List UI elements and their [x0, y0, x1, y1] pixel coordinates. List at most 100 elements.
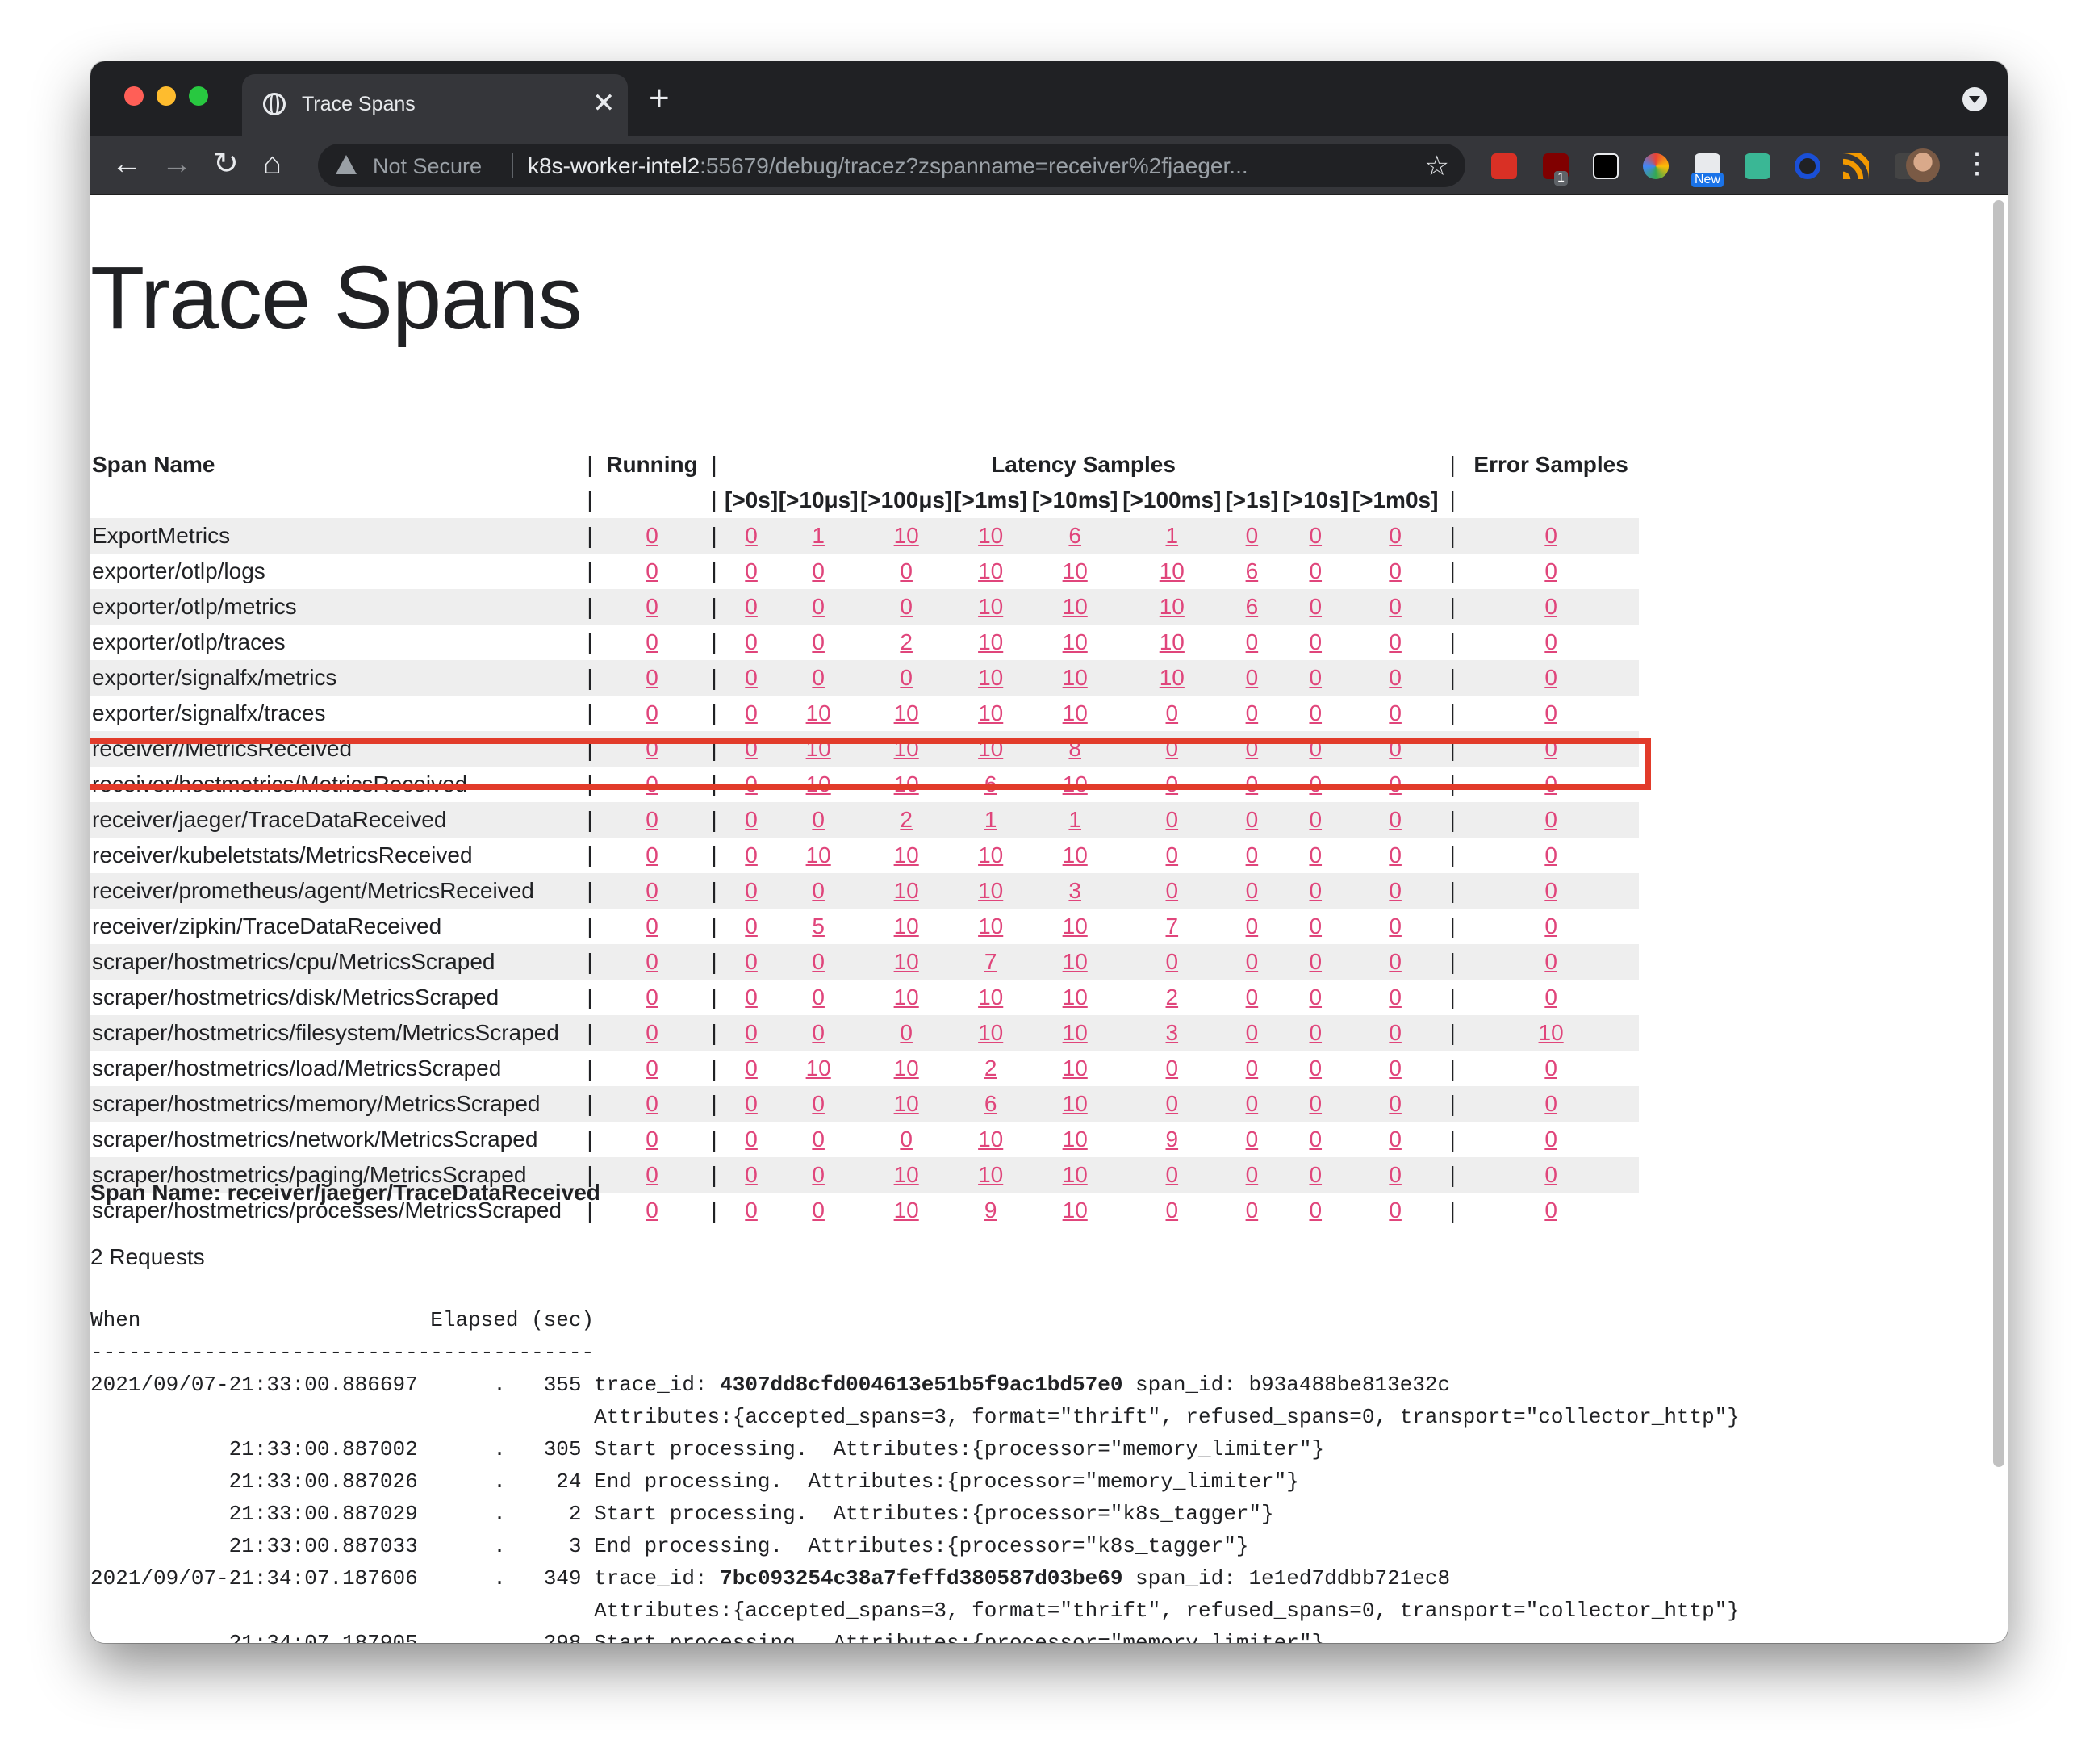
- latency-count-link[interactable]: 10: [894, 1055, 919, 1081]
- latency-count-link[interactable]: 2: [900, 807, 913, 832]
- latency-count-link[interactable]: 10: [978, 594, 1003, 619]
- latency-count-link[interactable]: 10: [894, 1198, 919, 1223]
- latency-count-link[interactable]: 0: [1389, 1162, 1402, 1187]
- latency-count-link[interactable]: 0: [1389, 629, 1402, 654]
- latency-count-link[interactable]: 0: [1309, 949, 1322, 974]
- error-count-link[interactable]: 0: [1544, 949, 1557, 974]
- latency-count-link[interactable]: 0: [745, 984, 758, 1009]
- latency-count-link[interactable]: 0: [1389, 984, 1402, 1009]
- latency-count-link[interactable]: 10: [978, 629, 1003, 654]
- latency-count-link[interactable]: 10: [1063, 1091, 1088, 1116]
- latency-count-link[interactable]: 0: [1389, 1020, 1402, 1045]
- latency-count-link[interactable]: 2: [1166, 984, 1179, 1009]
- error-count-link[interactable]: 0: [1544, 665, 1557, 690]
- error-count-link[interactable]: 0: [1544, 913, 1557, 938]
- error-count-link[interactable]: 0: [1544, 807, 1557, 832]
- running-count-link[interactable]: 0: [646, 629, 658, 654]
- browser-menu-icon[interactable]: ⋮: [1962, 147, 1991, 179]
- latency-count-link[interactable]: 10: [894, 1091, 919, 1116]
- latency-count-link[interactable]: 10: [894, 1162, 919, 1187]
- error-count-link[interactable]: 0: [1544, 1091, 1557, 1116]
- latency-count-link[interactable]: 7: [984, 949, 997, 974]
- latency-count-link[interactable]: 0: [812, 558, 825, 583]
- latency-count-link[interactable]: 0: [1246, 878, 1259, 903]
- security-label[interactable]: Not Secure: [373, 154, 482, 179]
- bookmark-star-icon[interactable]: ☆: [1425, 150, 1449, 182]
- latency-count-link[interactable]: 2: [900, 629, 913, 654]
- latency-count-link[interactable]: 1: [984, 807, 997, 832]
- latency-count-link[interactable]: 6: [984, 1091, 997, 1116]
- latency-count-link[interactable]: 10: [1063, 984, 1088, 1009]
- latency-count-link[interactable]: 0: [1246, 807, 1259, 832]
- error-count-link[interactable]: 0: [1544, 1055, 1557, 1081]
- latency-count-link[interactable]: 0: [900, 1020, 913, 1045]
- latency-count-link[interactable]: 0: [1389, 878, 1402, 903]
- error-count-link[interactable]: 0: [1544, 558, 1557, 583]
- error-count-link[interactable]: 0: [1544, 1198, 1557, 1223]
- latency-count-link[interactable]: 0: [1389, 1091, 1402, 1116]
- minimize-window-button[interactable]: [157, 86, 176, 106]
- latency-count-link[interactable]: 10: [894, 523, 919, 548]
- latency-count-link[interactable]: 0: [900, 594, 913, 619]
- latency-count-link[interactable]: 2: [984, 1055, 997, 1081]
- profile-avatar[interactable]: [1906, 148, 1940, 182]
- latency-count-link[interactable]: 0: [1246, 523, 1259, 548]
- page-scrollbar[interactable]: [1993, 200, 2004, 1467]
- latency-count-link[interactable]: 10: [1160, 629, 1185, 654]
- running-count-link[interactable]: 0: [646, 913, 658, 938]
- latency-count-link[interactable]: 0: [1246, 1055, 1259, 1081]
- latency-count-link[interactable]: 0: [1166, 949, 1179, 974]
- latency-count-link[interactable]: 0: [1309, 523, 1322, 548]
- home-icon[interactable]: ⌂: [263, 145, 282, 182]
- latency-count-link[interactable]: 10: [894, 700, 919, 725]
- latency-count-link[interactable]: 0: [1309, 629, 1322, 654]
- latency-count-link[interactable]: 0: [900, 1127, 913, 1152]
- latency-count-link[interactable]: 10: [1063, 1198, 1088, 1223]
- reload-icon[interactable]: ↻: [213, 145, 239, 182]
- latency-count-link[interactable]: 0: [745, 594, 758, 619]
- latency-count-link[interactable]: 0: [1166, 842, 1179, 867]
- latency-count-link[interactable]: 0: [812, 1020, 825, 1045]
- latency-count-link[interactable]: 5: [812, 913, 825, 938]
- latency-count-link[interactable]: 9: [1166, 1127, 1179, 1152]
- latency-count-link[interactable]: 10: [806, 842, 831, 867]
- forward-icon[interactable]: →: [161, 145, 192, 182]
- latency-count-link[interactable]: 0: [745, 1091, 758, 1116]
- latency-count-link[interactable]: 0: [812, 629, 825, 654]
- latency-count-link[interactable]: 7: [1166, 913, 1179, 938]
- latency-count-link[interactable]: 10: [894, 878, 919, 903]
- latency-count-link[interactable]: 10: [978, 523, 1003, 548]
- latency-count-link[interactable]: 0: [1389, 1055, 1402, 1081]
- tab-close-icon[interactable]: ✕: [592, 87, 616, 119]
- latency-count-link[interactable]: 10: [978, 1020, 1003, 1045]
- error-count-link[interactable]: 0: [1544, 878, 1557, 903]
- latency-count-link[interactable]: 10: [894, 949, 919, 974]
- latency-count-link[interactable]: 0: [1389, 807, 1402, 832]
- tab-search-icon[interactable]: [1962, 87, 1987, 111]
- latency-count-link[interactable]: 0: [1309, 594, 1322, 619]
- latency-count-link[interactable]: 10: [894, 842, 919, 867]
- latency-count-link[interactable]: 10: [1160, 665, 1185, 690]
- running-count-link[interactable]: 0: [646, 1055, 658, 1081]
- latency-count-link[interactable]: 0: [1246, 984, 1259, 1009]
- new-tab-button[interactable]: +: [649, 81, 670, 116]
- running-count-link[interactable]: 0: [646, 1091, 658, 1116]
- latency-count-link[interactable]: 1: [812, 523, 825, 548]
- latency-count-link[interactable]: 0: [1309, 984, 1322, 1009]
- latency-count-link[interactable]: 0: [1389, 523, 1402, 548]
- latency-count-link[interactable]: 10: [1063, 594, 1088, 619]
- latency-count-link[interactable]: 0: [812, 1198, 825, 1223]
- latency-count-link[interactable]: 10: [978, 558, 1003, 583]
- running-count-link[interactable]: 0: [646, 665, 658, 690]
- latency-count-link[interactable]: 0: [1389, 913, 1402, 938]
- latency-count-link[interactable]: 0: [1246, 913, 1259, 938]
- latency-count-link[interactable]: 0: [1309, 1055, 1322, 1081]
- latency-count-link[interactable]: 0: [1309, 878, 1322, 903]
- latency-count-link[interactable]: 10: [978, 1162, 1003, 1187]
- latency-count-link[interactable]: 0: [745, 523, 758, 548]
- latency-count-link[interactable]: 10: [1160, 558, 1185, 583]
- latency-count-link[interactable]: 0: [812, 949, 825, 974]
- latency-count-link[interactable]: 10: [978, 913, 1003, 938]
- running-count-link[interactable]: 0: [646, 949, 658, 974]
- latency-count-link[interactable]: 10: [978, 1127, 1003, 1152]
